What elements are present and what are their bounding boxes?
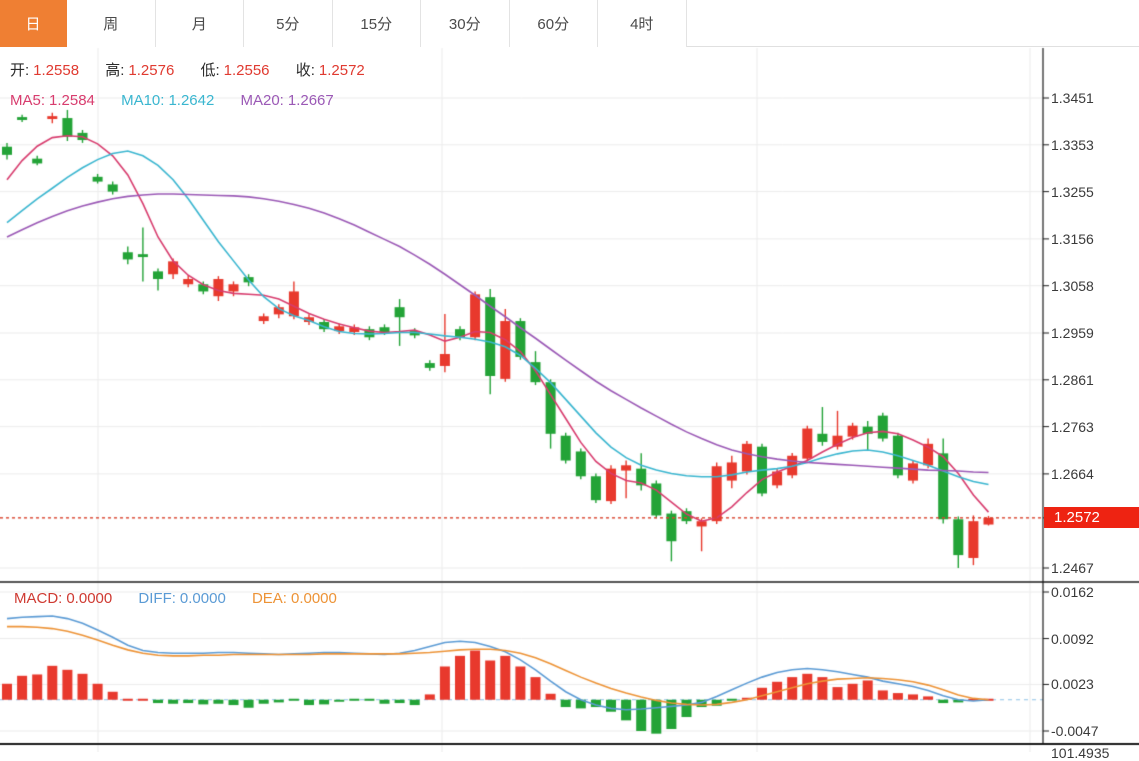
dea-value: 0.0000 [291, 590, 337, 607]
price-axis-label: 1.2664 [1051, 466, 1094, 482]
price-axis-label: 1.3451 [1051, 90, 1094, 106]
macd-label: MACD: [14, 590, 62, 607]
period-toolbar: 日周月5分15分30分60分4时 [0, 0, 1139, 47]
price-axis-label: 1.2763 [1051, 419, 1094, 435]
low-label: 低: [200, 62, 219, 79]
tab-30min[interactable]: 30分 [421, 0, 510, 47]
macd-axis-label: 0.0023 [1051, 676, 1094, 692]
price-axis-label: 1.3255 [1051, 184, 1094, 200]
next-pane-axis-label-partial: 101.4935 [1051, 745, 1109, 761]
dea-label: DEA: [252, 590, 287, 607]
open-label: 开: [10, 62, 29, 79]
ohlc-legend: 开:1.2558 高:1.2576 低: 1.2556 收:1.2572 [10, 59, 369, 80]
trading-chart-page: { "toolbar": { "tabs": [ {"key":"day","l… [0, 0, 1139, 752]
tab-60min[interactable]: 60分 [510, 0, 599, 47]
macd-axis-label: -0.0047 [1051, 723, 1098, 739]
high-label: 高: [105, 62, 124, 79]
macd-axis-label: 0.0092 [1051, 631, 1094, 647]
ma-legend: MA5:1.2584 MA10:1.2642 MA20:1.2667 [10, 92, 338, 109]
ma20-value: 1.2667 [288, 92, 334, 109]
price-axis-label: 1.3058 [1051, 278, 1094, 294]
ma10-label: MA10: [121, 92, 164, 109]
price-axis-label: 1.2959 [1051, 325, 1094, 341]
diff-label: DIFF: [138, 590, 176, 607]
low-value: 1.2556 [224, 62, 270, 79]
open-value: 1.2558 [33, 62, 79, 79]
diff-value: 0.0000 [180, 590, 226, 607]
price-axis-label: 1.3353 [1051, 137, 1094, 153]
tab-15min[interactable]: 15分 [333, 0, 422, 47]
current-price-tag: 1.2572 [1044, 507, 1139, 528]
macd-axis-label: 0.0162 [1051, 584, 1094, 600]
tab-month[interactable]: 月 [156, 0, 245, 47]
macd-legend: MACD:0.0000 DIFF:0.0000 DEA:0.0000 [14, 590, 341, 607]
close-label: 收: [296, 62, 315, 79]
tab-week[interactable]: 周 [67, 0, 156, 47]
macd-value: 0.0000 [66, 590, 112, 607]
tab-day[interactable]: 日 [0, 0, 67, 47]
ma20-label: MA20: [241, 92, 284, 109]
high-value: 1.2576 [128, 62, 174, 79]
price-axis-label: 1.3156 [1051, 231, 1094, 247]
price-axis-label: 1.2467 [1051, 560, 1094, 576]
ma5-label: MA5: [10, 92, 45, 109]
ma10-value: 1.2642 [168, 92, 214, 109]
tab-4hour[interactable]: 4时 [598, 0, 687, 47]
candlestick-chart-canvas[interactable] [0, 0, 1139, 752]
tab-5min[interactable]: 5分 [244, 0, 333, 47]
price-axis-label: 1.2861 [1051, 372, 1094, 388]
close-value: 1.2572 [319, 62, 365, 79]
ma5-value: 1.2584 [49, 92, 95, 109]
